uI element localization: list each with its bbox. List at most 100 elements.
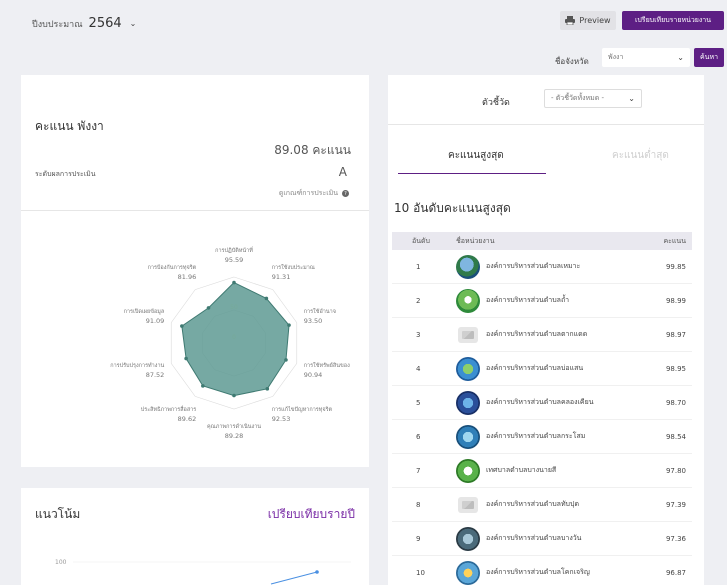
radar-point — [284, 358, 288, 362]
table-row[interactable]: 7 เทศบาลตำบลบางนายสี 97.80 — [392, 454, 692, 488]
table-row[interactable]: 6 องค์การบริหารส่วนตำบลกระโสม 98.54 — [392, 420, 692, 454]
radar-point — [180, 324, 184, 328]
trend-series-line — [270, 571, 318, 585]
year-value: 2564 — [88, 16, 122, 31]
radar-axis-label: การใช้ทรัพย์สินของ — [304, 362, 350, 369]
score-cell: 97.36 — [665, 534, 686, 543]
unit-name: เทศบาลตำบลบางนายสี — [486, 466, 557, 474]
compare-units-button[interactable]: เปรียบเทียบรายหน่วยงาน — [622, 11, 724, 30]
unit-name: องค์การบริหารส่วนตำบลทับปุด — [486, 500, 579, 508]
radar-axis-label: การเปิดเผยข้อมูล — [124, 308, 165, 315]
radar-axis-label: การปฏิบัติหน้าที่ — [215, 246, 253, 254]
level-value: A — [338, 165, 347, 179]
ranking-table: อันดับ ชื่อหน่วยงาน คะแนน 1 องค์การบริหาร… — [392, 232, 692, 585]
rank-cell: 5 — [416, 398, 421, 407]
radar-axis-label: ประสิทธิภาพการสื่อสาร — [141, 405, 197, 413]
unit-logo-icon — [456, 526, 480, 551]
table-row[interactable]: 10 องค์การบริหารส่วนตำบลโคกเจริญ 96.87 — [392, 556, 692, 585]
score-card: คะแนน พังงา 89.08 คะแนน ระดับผลการประเมิ… — [21, 75, 369, 467]
province-select[interactable]: พังงา ⌄ — [602, 48, 690, 67]
score-cell: 98.95 — [665, 364, 686, 373]
radar-point — [232, 280, 236, 285]
compare-label: เปรียบเทียบรายหน่วยงาน — [634, 16, 712, 24]
score-cell: 98.99 — [665, 296, 686, 305]
indicator-value: - ตัวชี้วัดทั้งหมด - — [551, 94, 605, 102]
radar-value-label: 92.53 — [272, 415, 291, 423]
name-cell: เทศบาลตำบลบางนายสี — [456, 458, 652, 483]
score-value: 89.08 คะแนน — [274, 143, 351, 157]
rank-cell: 10 — [416, 568, 425, 577]
year-select[interactable]: 2564 ⌄ — [89, 16, 137, 31]
level-label: ระดับผลการประเมิน — [35, 170, 96, 178]
radar-value-label: 89.28 — [225, 432, 244, 440]
rank-cell: 4 — [416, 364, 421, 373]
active-tab-indicator — [398, 173, 546, 174]
year-label: ปีงบประมาณ — [32, 19, 83, 30]
unit-name: องค์การบริหารส่วนตำบลบ่อแสน — [486, 364, 584, 372]
table-row[interactable]: 9 องค์การบริหารส่วนตำบลบางวัน 97.36 — [392, 522, 692, 556]
compare-yearly-link[interactable]: เปรียบเทียบรายปี — [268, 505, 355, 524]
unit-name: องค์การบริหารส่วนตำบลคลองเคียน — [486, 398, 594, 406]
radar-value-label: 95.59 — [225, 256, 244, 264]
table-row[interactable]: 8 องค์การบริหารส่วนตำบลทับปุด 97.39 — [392, 488, 692, 522]
score-cell: 98.97 — [665, 330, 686, 339]
radar-value-label: 81.96 — [178, 273, 197, 281]
table-body: 1 องค์การบริหารส่วนตำบลเหมาะ 99.85 2 องค์การ… — [392, 250, 692, 585]
unit-name: องค์การบริหารส่วนตำบลกระโสม — [486, 432, 586, 440]
table-row[interactable]: 3 องค์การบริหารส่วนตำบลตากแดด 98.97 — [392, 318, 692, 352]
table-row[interactable]: 5 องค์การบริหารส่วนตำบลคลองเคียน 98.70 — [392, 386, 692, 420]
name-cell: องค์การบริหารส่วนตำบลทับปุด — [456, 496, 652, 513]
province-value: พังงา — [608, 53, 624, 61]
indicator-select[interactable]: - ตัวชี้วัดทั้งหมด - ⌄ — [544, 89, 642, 108]
name-cell: องค์การบริหารส่วนตำบลตากแดด — [456, 326, 652, 343]
unit-name: องค์การบริหารส่วนตำบลบางวัน — [486, 534, 582, 542]
tab-highest[interactable]: คะแนนสูงสุด — [448, 148, 504, 163]
radar-axis-label: การปรับปรุงการทำงาน — [110, 362, 164, 369]
radar-axis-label: การใช้งบประมาณ — [272, 264, 315, 271]
help-icon: ? — [342, 190, 349, 197]
unit-logo-icon — [456, 288, 480, 313]
name-cell: องค์การบริหารส่วนตำบลกระโสม — [456, 424, 652, 449]
ranking-card: ตัวชี้วัด - ตัวชี้วัดทั้งหมด - ⌄ คะแนนสู… — [388, 75, 704, 585]
trend-y-tick: 100 — [55, 559, 67, 566]
tab-lowest[interactable]: คะแนนต่ำสุด — [612, 148, 669, 163]
name-cell: องค์การบริหารส่วนตำบลบางวัน — [456, 526, 652, 551]
score-cell: 99.85 — [665, 262, 686, 271]
criteria-link[interactable]: ดูเกณฑ์การประเมิน ? — [279, 188, 349, 199]
radar-value-label: 89.62 — [178, 415, 197, 423]
radar-axis-label: การแก้ไขปัญหาการทุจริต — [272, 406, 333, 413]
trend-chart: 100 — [55, 559, 351, 585]
rank-cell: 2 — [416, 296, 421, 305]
divider — [388, 124, 704, 125]
name-cell: องค์การบริหารส่วนตำบลเหมาะ — [456, 254, 652, 279]
table-row[interactable]: 4 องค์การบริหารส่วนตำบลบ่อแสน 98.95 — [392, 352, 692, 386]
name-cell: องค์การบริหารส่วนตำบลบ่อแสน — [456, 356, 652, 381]
printer-icon — [565, 16, 576, 25]
search-button[interactable]: ค้นหา — [694, 48, 724, 67]
name-cell: องค์การบริหารส่วนตำบลโคกเจริญ — [456, 560, 652, 585]
radar-value-label: 91.31 — [272, 273, 291, 281]
unit-name: องค์การบริหารส่วนตำบลเหมาะ — [486, 262, 581, 270]
radar-point — [184, 356, 188, 361]
preview-button[interactable]: Preview — [560, 11, 616, 30]
rank-cell: 8 — [416, 500, 421, 509]
indicator-label: ตัวชี้วัด — [482, 98, 510, 108]
image-placeholder-icon — [458, 326, 478, 343]
table-row[interactable]: 1 องค์การบริหารส่วนตำบลเหมาะ 99.85 — [392, 250, 692, 284]
rank-cell: 6 — [416, 432, 421, 441]
trend-point — [315, 570, 319, 574]
radar-axis-label: การป้องกันการทุจริต — [148, 264, 197, 271]
radar-point — [201, 384, 205, 388]
table-row[interactable]: 2 องค์การบริหารส่วนตำบลถ้ำ 98.99 — [392, 284, 692, 318]
rank-cell: 3 — [416, 330, 421, 339]
unit-logo-icon — [456, 560, 480, 585]
table-header: อันดับ ชื่อหน่วยงาน คะแนน — [392, 232, 692, 250]
radar-axis-label: คุณภาพการดำเนินงาน — [207, 423, 261, 430]
chevron-down-icon: ⌄ — [628, 94, 635, 103]
radar-scale-tick: 50 — [230, 304, 238, 311]
chevron-down-icon: ⌄ — [129, 19, 137, 28]
radar-value-label: 90.94 — [304, 371, 323, 379]
unit-logo-icon — [456, 424, 480, 449]
radar-value-label: 87.52 — [146, 371, 165, 379]
criteria-link-label: ดูเกณฑ์การประเมิน — [278, 189, 338, 197]
